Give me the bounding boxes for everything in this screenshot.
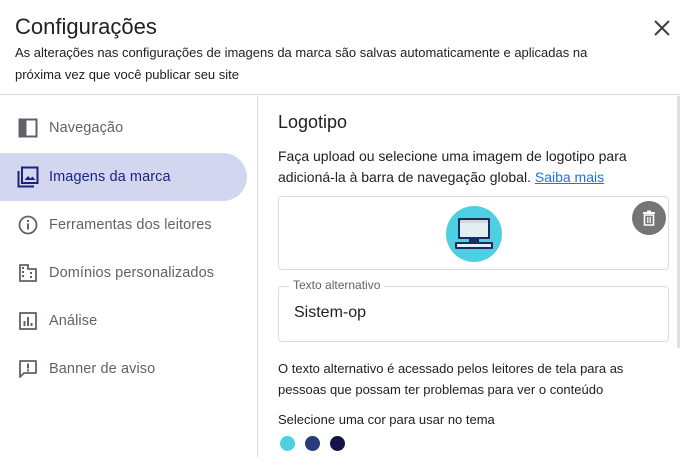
alt-text-label: Texto alternativo <box>289 278 385 292</box>
info-icon <box>17 214 39 236</box>
sidebar-item-label: Domínios personalizados <box>49 265 215 281</box>
theme-color-label: Selecione uma cor para usar no tema <box>278 412 495 427</box>
color-swatch-cyan[interactable] <box>280 436 295 451</box>
sidebar-item-imagens-da-marca[interactable]: Imagens da marca <box>0 153 247 201</box>
navigation-icon <box>17 117 39 139</box>
settings-sidebar: Navegação Imagens da marca Ferramentas d… <box>0 96 258 457</box>
trash-icon <box>640 209 658 227</box>
logo-description: Faça upload ou selecione uma imagem de l… <box>278 146 658 188</box>
color-swatch-navy[interactable] <box>305 436 320 451</box>
alt-text-help: O texto alternativo é acessado pelos lei… <box>278 361 624 397</box>
settings-content: Logotipo Faça upload ou selecione uma im… <box>278 96 678 457</box>
sidebar-item-label: Navegação <box>49 120 124 136</box>
sidebar-item-dominios-personalizados[interactable]: Domínios personalizados <box>0 249 247 297</box>
sidebar-item-banner-de-aviso[interactable]: Banner de aviso <box>0 345 247 393</box>
sidebar-item-analise[interactable]: Análise <box>0 297 247 345</box>
color-swatch-dark-navy[interactable] <box>330 436 345 451</box>
sidebar-item-ferramentas-dos-leitores[interactable]: Ferramentas dos leitores <box>0 201 247 249</box>
domain-icon <box>17 262 39 284</box>
alt-text-field[interactable]: Texto alternativo <box>278 278 669 342</box>
image-icon <box>17 166 39 188</box>
logo-image <box>445 205 503 263</box>
dialog-title: Configurações <box>15 14 157 39</box>
dialog-subtitle: As alterações nas configurações de image… <box>15 45 588 82</box>
section-title: Logotipo <box>278 112 348 132</box>
sidebar-item-label: Banner de aviso <box>49 361 156 377</box>
dialog-header: Configurações As alterações nas configur… <box>0 0 680 95</box>
sidebar-item-label: Imagens da marca <box>49 169 171 185</box>
analytics-icon <box>17 310 39 332</box>
logo-upload-area[interactable] <box>278 196 669 270</box>
close-icon[interactable] <box>650 16 674 40</box>
learn-more-link[interactable]: Saiba mais <box>535 169 604 185</box>
sidebar-item-navegacao[interactable]: Navegação <box>0 104 247 152</box>
sidebar-item-label: Ferramentas dos leitores <box>49 217 212 233</box>
delete-logo-button[interactable] <box>632 201 666 235</box>
announcement-icon <box>17 358 39 380</box>
sidebar-item-label: Análise <box>49 313 98 329</box>
alt-text-input[interactable] <box>294 304 644 322</box>
